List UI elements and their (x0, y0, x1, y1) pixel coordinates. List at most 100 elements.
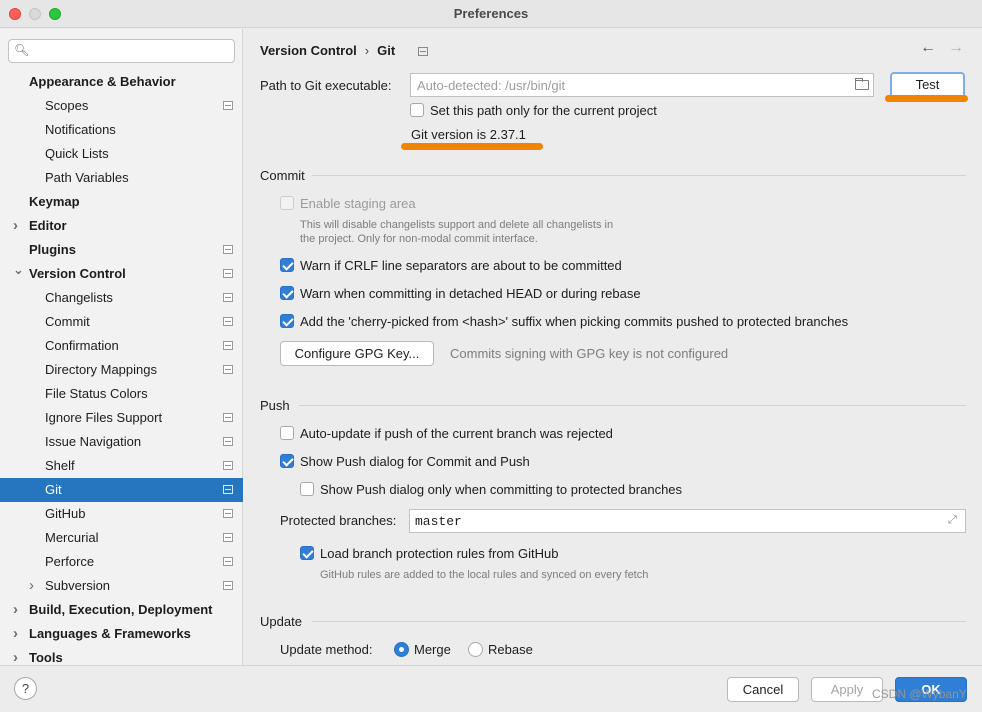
sidebar-item-label: Plugins (29, 242, 76, 257)
staging-hint-line-2: the project. Only for non-modal commit i… (300, 233, 538, 245)
merge-radio[interactable] (394, 642, 409, 657)
expand-icon[interactable]: ⤢ (948, 514, 957, 527)
chevron-right-icon[interactable]: › (29, 574, 34, 598)
back-arrow-icon[interactable]: ← (920, 39, 936, 57)
settings-search[interactable]: 🔍︎ (8, 39, 235, 63)
sidebar-item-subversion[interactable]: › Subversion (0, 574, 243, 598)
help-button[interactable]: ? (14, 677, 37, 700)
chevron-right-icon[interactable]: › (13, 598, 18, 622)
sidebar-item-changelists[interactable]: Changelists (0, 286, 243, 310)
sidebar-item-appearance-behavior[interactable]: Appearance & Behavior (0, 70, 243, 94)
section-divider (299, 405, 966, 406)
rebase-radio[interactable] (468, 642, 483, 657)
project-settings-icon (223, 365, 233, 374)
sidebar-item-file-status-colors[interactable]: File Status Colors (0, 382, 243, 406)
staging-label: Enable staging area (300, 196, 416, 211)
cherry-pick-suffix-checkbox[interactable] (280, 314, 294, 328)
forward-arrow-icon[interactable]: → (948, 39, 964, 57)
project-only-label: Set this path only for the current proje… (430, 103, 657, 118)
crlf-label: Warn if CRLF line separators are about t… (300, 258, 622, 273)
project-settings-icon (223, 533, 233, 542)
settings-panel: Version Control › Git ← → Path to Git exec… (244, 29, 982, 665)
sidebar-item-label: Quick Lists (45, 146, 109, 161)
sidebar-item-quick-lists[interactable]: Quick Lists (0, 142, 243, 166)
git-path-field[interactable] (410, 73, 874, 97)
project-settings-icon (223, 485, 233, 494)
search-icon: 🔍︎ (14, 43, 30, 57)
push-dialog-protected-label: Show Push dialog only when committing to… (320, 482, 683, 497)
project-settings-icon (223, 293, 233, 302)
configure-gpg-button[interactable]: Configure GPG Key... (280, 341, 434, 366)
sidebar-item-directory-mappings[interactable]: Directory Mappings (0, 358, 243, 382)
sidebar-item-scopes[interactable]: Scopes (0, 94, 243, 118)
sidebar-item-notifications[interactable]: Notifications (0, 118, 243, 142)
git-version-text: Git version is 2.37.1 (411, 127, 526, 142)
sidebar-item-languages-frameworks[interactable]: › Languages & Frameworks (0, 622, 243, 646)
sidebar-item-label: GitHub (45, 506, 86, 521)
chevron-right-icon[interactable]: › (13, 214, 18, 238)
sidebar-item-editor[interactable]: › Editor (0, 214, 243, 238)
sidebar-item-confirmation[interactable]: Confirmation (0, 334, 243, 358)
sidebar-item-path-variables[interactable]: Path Variables (0, 166, 243, 190)
project-settings-icon (223, 557, 233, 566)
push-dialog-protected-checkbox[interactable] (300, 482, 314, 496)
chevron-down-icon[interactable]: ⌄ (13, 258, 24, 282)
gpg-status-text: Commits signing with GPG key is not conf… (450, 346, 729, 361)
sidebar-item-shelf[interactable]: Shelf (0, 454, 243, 478)
annotation-underline (885, 95, 968, 102)
git-path-input[interactable] (417, 77, 837, 93)
breadcrumb-parent[interactable]: Version Control (260, 43, 357, 58)
show-push-dialog-checkbox[interactable] (280, 454, 294, 468)
merge-label: Merge (414, 642, 451, 657)
annotation-underline (401, 143, 543, 150)
sidebar-item-label: Git (45, 482, 62, 497)
settings-sidebar: 🔍︎ Appearance & Behavior Scopes Notificati… (0, 29, 243, 666)
sidebar-item-perforce[interactable]: Perforce (0, 550, 243, 574)
sidebar-item-label: Build, Execution, Deployment (29, 602, 213, 617)
sidebar-item-build-execution-deployment[interactable]: › Build, Execution, Deployment (0, 598, 243, 622)
close-window-button[interactable] (9, 8, 21, 20)
folder-icon[interactable] (855, 78, 869, 90)
protected-branches-input[interactable] (415, 513, 935, 529)
auto-update-checkbox[interactable] (280, 426, 294, 440)
settings-search-input[interactable] (35, 42, 230, 60)
load-protection-rules-label: Load branch protection rules from GitHub (320, 546, 559, 561)
cancel-button[interactable]: Cancel (727, 677, 799, 702)
minimize-window-button[interactable] (29, 8, 41, 20)
commit-section-header: Commit (260, 168, 305, 183)
load-protection-rules-checkbox[interactable] (300, 546, 314, 560)
sidebar-item-issue-navigation[interactable]: Issue Navigation (0, 430, 243, 454)
sidebar-item-label: Notifications (45, 122, 116, 137)
auto-update-label: Auto-update if push of the current branc… (300, 426, 613, 441)
sidebar-item-label: Languages & Frameworks (29, 626, 191, 641)
detached-head-checkbox[interactable] (280, 286, 294, 300)
sidebar-item-version-control[interactable]: ⌄ Version Control (0, 262, 243, 286)
staging-hint-line-1: This will disable changelists support an… (300, 219, 614, 231)
sidebar-item-mercurial[interactable]: Mercurial (0, 526, 243, 550)
sidebar-item-keymap[interactable]: Keymap (0, 190, 243, 214)
sidebar-item-git[interactable]: Git (0, 478, 243, 502)
staging-checkbox[interactable] (280, 196, 294, 210)
sidebar-item-label: Directory Mappings (45, 362, 157, 377)
protected-branches-field[interactable]: ⤢ (409, 509, 966, 533)
crlf-checkbox[interactable] (280, 258, 294, 272)
sidebar-item-ignore-files-support[interactable]: Ignore Files Support (0, 406, 243, 430)
sidebar-item-plugins[interactable]: Plugins (0, 238, 243, 262)
project-settings-icon (223, 437, 233, 446)
sidebar-item-label: Path Variables (45, 170, 129, 185)
project-settings-icon (418, 47, 428, 56)
sidebar-item-label: Subversion (45, 578, 111, 593)
project-only-checkbox[interactable] (410, 103, 424, 117)
chevron-right-icon[interactable]: › (13, 622, 18, 646)
sidebar-item-label: Perforce (45, 554, 95, 569)
project-settings-icon (223, 245, 233, 254)
project-settings-icon (223, 317, 233, 326)
zoom-window-button[interactable] (49, 8, 61, 20)
breadcrumb-current: Git (377, 43, 396, 58)
title-bar: Preferences (0, 0, 982, 28)
watermark: CSDN @WybanY (872, 687, 967, 701)
sidebar-item-github[interactable]: GitHub (0, 502, 243, 526)
sidebar-item-commit[interactable]: Commit (0, 310, 243, 334)
breadcrumb-separator: › (364, 43, 370, 58)
git-path-label: Path to Git executable: (260, 78, 392, 93)
